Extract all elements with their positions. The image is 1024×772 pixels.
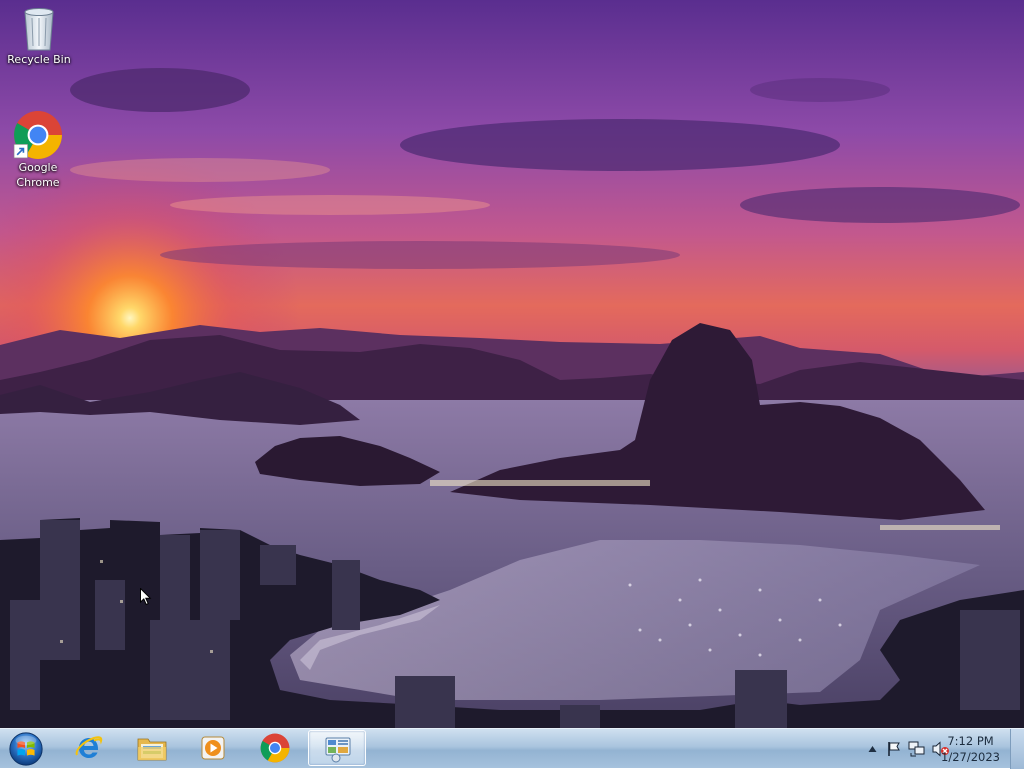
taskbar-internet-explorer[interactable] (60, 730, 118, 766)
internet-explorer-icon (75, 736, 103, 758)
clock-date: 1/27/2023 (941, 750, 1000, 764)
taskbar-google-chrome[interactable] (246, 730, 304, 766)
folder-explorer-icon (137, 738, 167, 761)
desktop-icon-label: Recycle Bin (7, 53, 71, 66)
system-tray: 7:12 PM 1/27/2023 (834, 729, 1024, 769)
taskbar-control-panel[interactable] (308, 730, 366, 766)
taskbar-clock[interactable]: 7:12 PM 1/27/2023 (941, 733, 1000, 765)
recycle-bin-icon (24, 8, 54, 51)
desktop-wallpaper (0, 0, 1024, 728)
media-player-icon (201, 736, 225, 760)
show-hidden-icons-arrow[interactable] (868, 745, 877, 753)
start-button[interactable] (6, 730, 46, 768)
chrome-icon (13, 111, 62, 159)
clock-time: 7:12 PM (947, 734, 994, 748)
network-icon[interactable] (908, 741, 926, 757)
desktop-icon-recycle-bin[interactable]: Recycle Bin (1, 6, 77, 67)
taskbar-windows-media-player[interactable] (184, 730, 242, 766)
chrome-icon (260, 733, 290, 763)
taskbar: 7:12 PM 1/27/2023 (0, 728, 1024, 769)
taskbar-windows-explorer[interactable] (122, 730, 180, 766)
action-center-flag-icon[interactable] (886, 741, 902, 757)
windows-start-orb-icon (9, 732, 43, 766)
desktop-icon-label: Google Chrome (16, 161, 60, 189)
mouse-cursor-icon (140, 588, 152, 606)
desktop-icon-google-chrome[interactable]: Google Chrome (0, 110, 76, 190)
control-panel-icon (325, 737, 351, 763)
show-desktop-button[interactable] (1010, 729, 1024, 769)
desktop[interactable]: Recycle Bin Google Chrome (0, 0, 1024, 728)
